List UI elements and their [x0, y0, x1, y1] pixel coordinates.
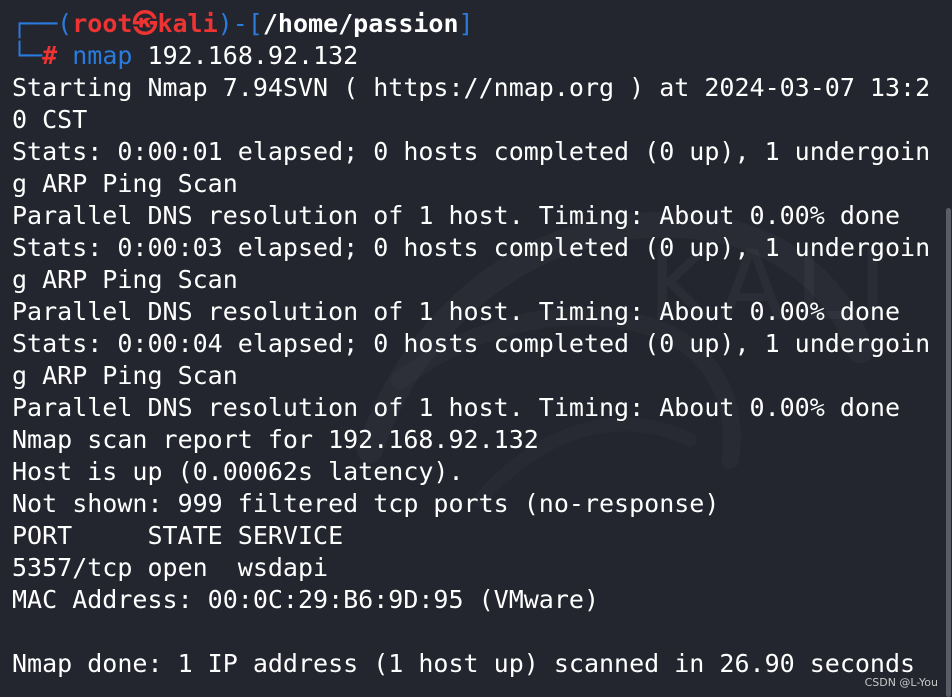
prompt-dash: - — [232, 9, 248, 38]
output-line: Starting Nmap 7.94SVN ( https://nmap.org… — [12, 73, 931, 102]
output-line: Parallel DNS resolution of 1 host. Timin… — [12, 201, 901, 230]
output-line: PORT STATE SERVICE — [12, 521, 344, 550]
scrollbar-thumb[interactable] — [946, 208, 951, 697]
output-line: Parallel DNS resolution of 1 host. Timin… — [12, 393, 901, 422]
prompt-corner-bottom: └─ — [12, 41, 43, 70]
prompt-user: root — [72, 9, 133, 38]
prompt-bracket-close: ] — [458, 9, 474, 38]
prompt-line-top: ┌──(root㉿kali)-[/home/passion] — [12, 8, 936, 40]
output-line: g ARP Ping Scan — [12, 361, 238, 390]
credit-watermark: CSDN @L-You — [864, 676, 938, 689]
output-line: Host is up (0.00062s latency). — [12, 457, 464, 486]
output-line: Stats: 0:00:04 elapsed; 0 hosts complete… — [12, 329, 931, 358]
prompt-paren-open: ( — [57, 9, 73, 38]
vertical-scrollbar[interactable] — [944, 0, 952, 697]
output-line: Nmap done: 1 IP address (1 host up) scan… — [12, 649, 916, 678]
output-line: 5357/tcp open wsdapi — [12, 553, 329, 582]
command-argument: 192.168.92.132 — [147, 41, 359, 70]
output-line: Nmap scan report for 192.168.92.132 — [12, 425, 539, 454]
prompt-hash: # — [42, 41, 58, 70]
output-line: g ARP Ping Scan — [12, 265, 238, 294]
output-line: 0 CST — [12, 105, 88, 134]
terminal-output[interactable]: ┌──(root㉿kali)-[/home/passion] └─# nmap … — [12, 8, 936, 680]
command-name: nmap — [72, 41, 133, 70]
terminal-window[interactable]: KALI ┌──(root㉿kali)-[/home/passion] └─# … — [0, 0, 952, 697]
output-line: MAC Address: 00:0C:29:B6:9D:95 (VMware) — [12, 585, 599, 614]
output-line: g ARP Ping Scan — [12, 169, 238, 198]
prompt-at-icon: ㉿ — [132, 9, 158, 38]
prompt-bracket-open: [ — [247, 9, 263, 38]
prompt-paren-close: ) — [217, 9, 233, 38]
output-line: Stats: 0:00:01 elapsed; 0 hosts complete… — [12, 137, 931, 166]
prompt-line-command: └─# nmap 192.168.92.132 — [12, 40, 936, 72]
output-line: Stats: 0:00:03 elapsed; 0 hosts complete… — [12, 233, 931, 262]
output-line: Not shown: 999 filtered tcp ports (no-re… — [12, 489, 720, 518]
output-line: Parallel DNS resolution of 1 host. Timin… — [12, 297, 901, 326]
prompt-cwd: /home/passion — [262, 9, 459, 38]
prompt-host: kali — [157, 9, 218, 38]
prompt-corner-top: ┌── — [12, 9, 58, 38]
